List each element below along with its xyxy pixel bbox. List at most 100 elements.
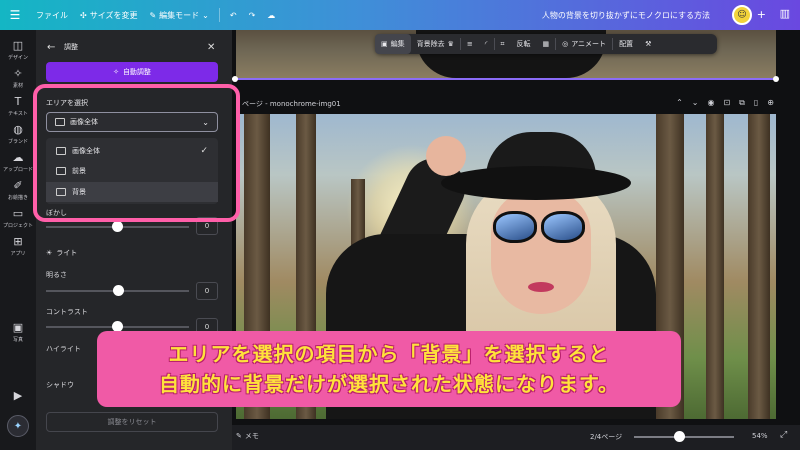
selection-border: [232, 78, 777, 80]
resize-handle[interactable]: [773, 76, 779, 82]
brightness-slider-knob[interactable]: [113, 285, 124, 296]
flip-button[interactable]: 反転: [510, 34, 536, 54]
auto-adjust-label: 自動調整: [122, 68, 151, 76]
option-label: 背景: [72, 188, 86, 196]
play-icon: ▶: [13, 389, 23, 402]
reset-label: 調整をリセット: [107, 418, 157, 426]
crop-icon: ⌗: [500, 39, 505, 48]
arrange-button[interactable]: 配置: [613, 34, 639, 54]
blur-slider-knob[interactable]: [112, 221, 123, 232]
rail-item-apps[interactable]: ⊞ アプリ: [0, 236, 36, 258]
image-icon: [56, 147, 66, 155]
undo-icon: ↶: [229, 10, 237, 20]
border-style-button[interactable]: ≡: [461, 34, 479, 54]
corner-rounding-button[interactable]: ◜: [479, 34, 494, 54]
image-edit-icon: ▣: [381, 40, 388, 48]
rail-item-design[interactable]: ◫ デザイン: [0, 39, 36, 62]
rail-item-projects[interactable]: ▭ プロジェクト: [0, 208, 36, 230]
zoom-level[interactable]: 54%: [752, 432, 768, 440]
edit-mode-label: 編集モード: [159, 10, 200, 20]
rail-item-elements[interactable]: ✧ 素材: [0, 68, 36, 90]
option-whole-image[interactable]: 画像全体 ✓: [46, 141, 218, 161]
rail-item-photos[interactable]: ▣ 写真: [0, 322, 36, 344]
rail-label-drawing: お絵描き: [7, 195, 28, 201]
resize-button[interactable]: ✣ サイズを変更: [74, 10, 143, 21]
rail-item-brand[interactable]: ◍ ブランド: [0, 123, 36, 146]
text-icon: T: [14, 95, 22, 108]
lines-icon: ≡: [466, 40, 473, 48]
resize-handle[interactable]: [232, 76, 238, 82]
rail-item-drawing[interactable]: ✐ お絵描き: [0, 179, 36, 202]
reset-adjustments-button[interactable]: 調整をリセット: [46, 412, 218, 432]
edit-mode-button[interactable]: ✎ 編集モード ⌄: [143, 10, 214, 21]
tutorial-caption: エリアを選択の項目から「背景」を選択すると 自動的に背景だけが選択された状態にな…: [97, 331, 681, 407]
add-collaborator-icon[interactable]: +: [757, 8, 766, 21]
zoom-slider-knob[interactable]: [674, 431, 685, 442]
wand-icon: ✧: [113, 68, 119, 76]
hat-brim: [441, 166, 631, 200]
contrast-slider[interactable]: [46, 321, 189, 332]
animate-button[interactable]: ◎ アニメート: [556, 34, 612, 54]
redo-button[interactable]: ↷: [243, 11, 262, 20]
draw-icon: ✐: [13, 179, 23, 192]
trash-icon[interactable]: ▯: [754, 98, 758, 108]
copy-style-button[interactable]: ⚒: [639, 34, 657, 54]
checker-icon: ▦: [542, 40, 550, 48]
magic-sparkle-icon[interactable]: ✦: [7, 415, 29, 437]
transparency-button[interactable]: ▦: [536, 34, 555, 54]
rail-label-photos: 写真: [12, 337, 23, 343]
file-menu[interactable]: ファイル: [30, 10, 74, 21]
page-indicator[interactable]: 2/4ページ: [590, 432, 622, 442]
auto-adjust-button[interactable]: ✧ 自動調整: [46, 62, 218, 82]
notes-label: メモ: [244, 432, 259, 440]
undo-button[interactable]: ↶: [224, 11, 243, 20]
notes-button[interactable]: ✎ メモ: [236, 431, 259, 441]
tree-trunk: [748, 114, 770, 419]
cloud-icon: ☁: [267, 10, 276, 20]
chevron-up-icon[interactable]: ⌃: [676, 98, 683, 108]
foreground-icon: [56, 167, 66, 175]
cloud-save-button[interactable]: ☁: [261, 11, 281, 20]
rail-item-video[interactable]: ▶: [0, 390, 36, 404]
document-title[interactable]: 人物の背景を切り抜かずにモノクロにする方法: [542, 10, 710, 21]
corner-icon: ◜: [484, 40, 488, 48]
resize-label: サイズを変更: [89, 10, 138, 20]
redo-icon: ↷: [248, 10, 256, 20]
panel-header: ← 調整 ✕: [36, 38, 232, 56]
eye-icon[interactable]: ◉: [707, 98, 714, 108]
avatar[interactable]: ☺: [732, 5, 752, 25]
sunglass-lens-left: [493, 211, 537, 243]
area-select-label: エリアを選択: [46, 99, 88, 107]
back-arrow-icon[interactable]: ←: [47, 42, 55, 53]
duplicate-icon[interactable]: ⧉: [739, 98, 745, 108]
layout-icon: ◫: [12, 39, 24, 52]
edit-image-button[interactable]: ▣ 編集: [375, 34, 411, 54]
flip-label: 反転: [516, 40, 531, 48]
bg-remove-button[interactable]: 背景除去 ♛: [411, 34, 460, 54]
brand-icon: ◍: [13, 123, 23, 136]
lock-icon[interactable]: ⊡: [723, 98, 730, 108]
close-icon[interactable]: ✕: [207, 42, 215, 53]
add-page-icon[interactable]: ⊕: [767, 98, 774, 108]
rail-item-text[interactable]: T テキスト: [0, 95, 36, 118]
menu-icon[interactable]: ☰: [0, 8, 30, 22]
analytics-icon[interactable]: ▥: [780, 7, 790, 20]
fit-screen-icon[interactable]: ⤢: [780, 430, 787, 440]
area-select-dropdown[interactable]: 画像全体 ⌄: [46, 112, 218, 132]
arrange-label: 配置: [619, 40, 634, 48]
brightness-slider[interactable]: [46, 285, 189, 296]
chevron-down-icon[interactable]: ⌄: [692, 98, 699, 108]
crop-button[interactable]: ⌗: [495, 34, 511, 54]
check-icon: ✓: [200, 146, 208, 156]
option-background[interactable]: 背景: [46, 182, 218, 202]
rail-item-uploads[interactable]: ☁ アップロード: [0, 152, 36, 174]
blur-slider[interactable]: [46, 221, 189, 232]
brightness-value[interactable]: 0: [196, 282, 218, 300]
rail-label-brand: ブランド: [7, 139, 28, 145]
option-foreground[interactable]: 前景: [46, 161, 218, 181]
chevron-down-icon: ⌄: [202, 10, 209, 20]
light-header-label: ライト: [56, 249, 78, 257]
page-actions: ⌃ ⌄ ◉ ⊡ ⧉ ▯ ⊕: [676, 98, 774, 108]
page-name[interactable]: ページ - monochrome-img01: [242, 99, 341, 109]
hand: [426, 136, 466, 176]
